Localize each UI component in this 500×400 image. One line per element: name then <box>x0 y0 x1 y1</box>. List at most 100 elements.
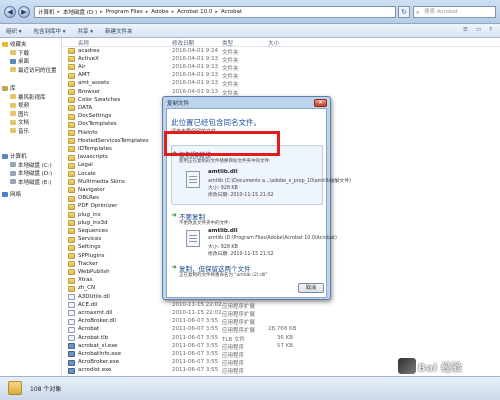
dll-file-icon <box>186 171 200 188</box>
breadcrumb-adobe[interactable]: Adobe <box>151 9 168 15</box>
nav-label: 桌面 <box>18 59 30 66</box>
folder-icon <box>68 105 75 112</box>
arrow-right-icon: ➜ <box>171 211 177 219</box>
folder-icon <box>68 228 75 235</box>
nav-baofeng[interactable]: 暴风影视库 <box>2 93 46 102</box>
drive-icon <box>10 179 16 185</box>
folder-icon <box>68 220 75 227</box>
folder-icon <box>68 56 75 63</box>
nav-label: 本地磁盘 (E:) <box>18 179 52 186</box>
share-menu[interactable]: 共享 ▾ <box>78 27 94 35</box>
nav-label: 视频 <box>18 103 30 110</box>
nav-drive-c[interactable]: 本地磁盘 (C:) <box>2 161 52 170</box>
dialog-title: 复制文件 <box>167 101 190 107</box>
file-date: 2016-04-01 9:13 <box>172 80 219 87</box>
file-name: ActiveX <box>78 55 99 62</box>
nav-pictures[interactable]: 图片 <box>2 110 46 119</box>
breadcrumb-program-files[interactable]: Program Files <box>106 9 143 15</box>
folder-icon <box>68 154 75 161</box>
view-options-icon[interactable]: ☰ <box>463 27 468 33</box>
breadcrumb-acrobat10[interactable]: Acrobat 10.0 <box>177 9 212 15</box>
breadcrumb-acrobat[interactable]: Acrobat <box>221 9 242 15</box>
nav-computer[interactable]: 计算机 <box>2 152 52 161</box>
nav-label: 本地磁盘 (D:) <box>18 171 53 178</box>
file-size: 大小: 928 KB <box>208 245 238 250</box>
file-icon <box>68 318 75 325</box>
new-folder-button[interactable]: 新建文件夹 <box>105 27 133 35</box>
folder-icon <box>68 253 75 259</box>
nav-videos[interactable]: 视频 <box>2 101 46 110</box>
close-icon[interactable]: ✕ <box>314 98 327 107</box>
network-group: 网络 <box>2 190 21 199</box>
nav-drive-d[interactable]: 本地磁盘 (D:) <box>2 169 52 178</box>
column-name[interactable]: 名称 <box>78 39 89 47</box>
file-modified: 修改日期: 2010-11-15 21:02 <box>208 252 274 257</box>
file-icon <box>68 310 75 317</box>
file-name: Browser <box>78 88 101 95</box>
breadcrumb-separator[interactable]: ▸ <box>100 9 103 15</box>
search-placeholder: 搜索 Acrobat <box>424 9 458 15</box>
file-date: 2011-06-07 3:55 <box>172 318 219 325</box>
folder-icon <box>68 236 75 243</box>
option-dont-copy[interactable]: ➜ 不要复制 不更改此文件夹中的文件: amtlib.dll amtlib (D… <box>170 211 337 263</box>
back-button[interactable]: ◀ <box>4 6 16 18</box>
include-library-menu[interactable]: 包含到库中 ▾ <box>34 27 66 35</box>
breadcrumb-separator[interactable]: ▸ <box>58 9 61 15</box>
file-name: acrobat_sl.exe <box>78 342 118 349</box>
folder-icon <box>68 171 75 177</box>
file-name: amtlib.dll <box>208 169 238 175</box>
option-description: 正在复制的文件将重命名为 "amtlib (2).dll" <box>179 273 268 278</box>
cancel-button[interactable]: 取消 <box>298 283 324 293</box>
navigation-pane: 收藏夹 下载 桌面 最近访问的位置 库 暴风影视库 视频 图片 文档 音乐 计算… <box>0 38 62 376</box>
refresh-icon[interactable]: ↻ <box>398 6 410 18</box>
copy-file-dialog: 复制文件 ✕ 此位置已经包含同名文件。 请单击要保留的文件 ➜ 复制和替换 使用… <box>162 96 351 300</box>
file-date: 2016-04-01 9:13 <box>172 88 219 95</box>
application-icon <box>68 367 75 374</box>
preview-pane-icon[interactable]: ▭ <box>476 27 481 33</box>
nav-documents[interactable]: 文档 <box>2 118 46 127</box>
help-icon[interactable]: ? <box>489 27 492 33</box>
folder-icon <box>8 381 22 395</box>
file-date: 2016-04-01 9:13 <box>172 55 219 62</box>
option-description: 使用正在复制的文件替换目标文件夹中的文件: <box>179 159 271 164</box>
file-name: OBLRes <box>78 195 99 202</box>
nav-recent-places[interactable]: 最近访问的位置 <box>2 66 57 75</box>
breadcrumb-separator[interactable]: ▸ <box>146 9 149 15</box>
address-bar[interactable]: 计算机 ▸ 本地磁盘 (D:) ▸ Program Files ▸ Adobe … <box>34 6 396 18</box>
column-date[interactable]: 修改日期 <box>172 39 194 47</box>
libraries-group: 库 暴风影视库 视频 图片 文档 音乐 <box>2 84 46 135</box>
option-description: 不更改此文件夹中的文件: <box>179 221 231 226</box>
nav-music[interactable]: 音乐 <box>2 127 46 136</box>
folder-icon <box>68 64 75 71</box>
organize-menu[interactable]: 组织 ▾ <box>6 27 22 35</box>
file-name: Multimedia Skins <box>78 178 125 185</box>
file-name: Javascripts <box>78 154 108 161</box>
nav-label: 最近访问的位置 <box>18 67 57 74</box>
file-name: HostedServicesTemplates <box>78 137 149 144</box>
nav-drive-e[interactable]: 本地磁盘 (E:) <box>2 178 52 187</box>
column-type[interactable]: 类型 <box>222 39 233 47</box>
nav-libraries[interactable]: 库 <box>2 84 46 93</box>
nav-favorites[interactable]: 收藏夹 <box>2 40 57 49</box>
folder-icon <box>68 113 75 120</box>
nav-downloads[interactable]: 下载 <box>2 49 57 58</box>
forward-button[interactable]: ▶ <box>18 6 30 18</box>
breadcrumb-separator[interactable]: ▸ <box>172 9 175 15</box>
library-icon <box>2 85 8 91</box>
breadcrumb-separator[interactable]: ▸ <box>215 9 218 15</box>
nav-desktop[interactable]: 桌面 <box>2 57 57 66</box>
option-keep-both[interactable]: ➜ 复制，但保留这两个文件 正在复制的文件将重命名为 "amtlib (2).d… <box>170 263 324 281</box>
status-bar: 108 个对象 <box>0 376 500 400</box>
column-size[interactable]: 大小 <box>268 39 279 47</box>
file-date: 2011-06-07 3:55 <box>172 350 219 357</box>
file-name: ACE.dll <box>78 301 98 308</box>
file-icon <box>68 335 75 341</box>
file-date: 2011-06-07 3:55 <box>172 334 219 341</box>
folder-icon <box>10 94 16 100</box>
search-input[interactable]: ⌕ 搜索 Acrobat <box>413 6 496 18</box>
breadcrumb-computer[interactable]: 计算机 <box>38 8 55 16</box>
folder-icon <box>68 138 75 145</box>
breadcrumb-drive-d[interactable]: 本地磁盘 (D:) <box>63 8 97 16</box>
nav-network[interactable]: 网络 <box>2 190 21 199</box>
option-copy-replace[interactable]: ➜ 复制和替换 使用正在复制的文件替换目标文件夹中的文件: amtlib.dll… <box>170 149 351 205</box>
